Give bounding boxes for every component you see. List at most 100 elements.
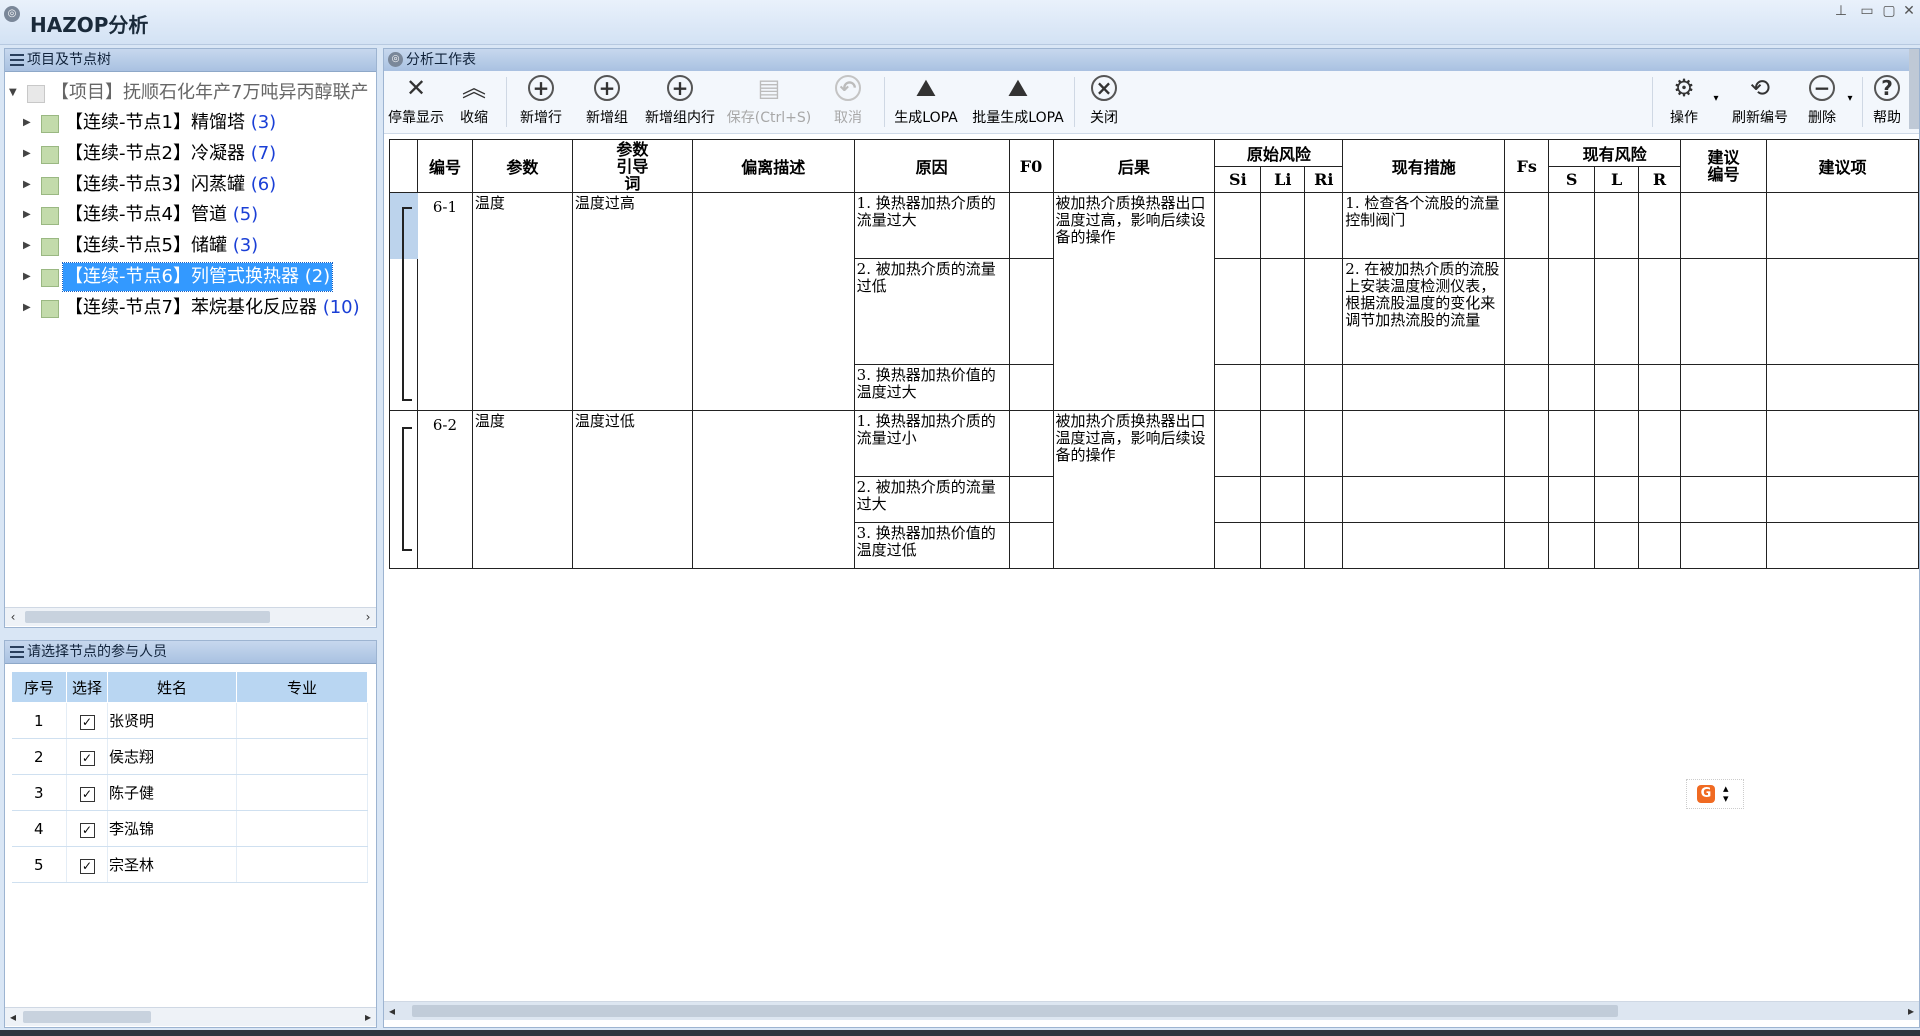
column-header[interactable]: Ri bbox=[1304, 166, 1344, 193]
suggestion-cell[interactable] bbox=[1765, 258, 1920, 365]
si-cell[interactable] bbox=[1214, 364, 1262, 411]
li-cell[interactable] bbox=[1260, 192, 1306, 259]
cause-cell[interactable]: 3. 换热器加热价值的温度过大 bbox=[853, 364, 1010, 411]
scroll-left-icon[interactable]: ◂ bbox=[5, 1008, 21, 1026]
worksheet-horizontal-scrollbar[interactable]: ◂ ▸ bbox=[384, 1001, 1919, 1020]
column-header[interactable]: Li bbox=[1260, 166, 1306, 193]
li-cell[interactable] bbox=[1260, 522, 1306, 569]
suggestion-number-cell[interactable] bbox=[1680, 522, 1767, 569]
fs-cell[interactable] bbox=[1504, 522, 1550, 569]
scrollbar-thumb[interactable] bbox=[412, 1005, 1618, 1017]
deviation-cell[interactable] bbox=[691, 410, 855, 569]
fs-cell[interactable] bbox=[1504, 364, 1550, 411]
scroll-left-icon[interactable]: ‹ bbox=[5, 608, 21, 626]
column-header[interactable]: 现有措施 bbox=[1342, 139, 1506, 193]
r-cell[interactable] bbox=[1638, 410, 1682, 477]
batch-generate-lopa-button[interactable]: ⛰ 批量生成LOPA bbox=[966, 71, 1070, 133]
expand-right-icon[interactable]: ▶ bbox=[23, 263, 31, 291]
scrollbar-thumb[interactable] bbox=[23, 1011, 151, 1023]
person-major[interactable] bbox=[236, 774, 368, 811]
li-cell[interactable] bbox=[1260, 364, 1306, 411]
column-header[interactable]: 原因 bbox=[853, 139, 1010, 193]
r-cell[interactable] bbox=[1638, 192, 1682, 259]
consequence-cell[interactable]: 被加热介质换热器出口温度过高，影响后续设备的操作 bbox=[1052, 410, 1216, 569]
measure-cell[interactable] bbox=[1342, 522, 1506, 569]
select-checkbox[interactable]: ✓ bbox=[79, 750, 95, 766]
worksheet-vertical-scrollbar[interactable] bbox=[1909, 49, 1919, 129]
person-major[interactable] bbox=[236, 810, 368, 847]
r-cell[interactable] bbox=[1638, 258, 1682, 365]
si-cell[interactable] bbox=[1214, 522, 1262, 569]
l-cell[interactable] bbox=[1594, 364, 1640, 411]
l-cell[interactable] bbox=[1594, 192, 1640, 259]
table-row[interactable]: 2 ✓ 侯志翔 bbox=[11, 738, 368, 775]
column-header[interactable]: Fs bbox=[1504, 139, 1550, 193]
consequence-cell[interactable]: 被加热介质换热器出口温度过高，影响后续设备的操作 bbox=[1052, 192, 1216, 411]
column-header[interactable]: 专业 bbox=[236, 671, 368, 703]
fs-cell[interactable] bbox=[1504, 192, 1550, 259]
expand-right-icon[interactable]: ▶ bbox=[23, 171, 31, 199]
f0-cell[interactable] bbox=[1008, 522, 1054, 569]
ri-cell[interactable] bbox=[1304, 364, 1344, 411]
expand-right-icon[interactable]: ▶ bbox=[23, 232, 31, 260]
column-header[interactable]: 参数 bbox=[471, 139, 573, 193]
s-cell[interactable] bbox=[1548, 522, 1596, 569]
scroll-left-icon[interactable]: ◂ bbox=[384, 1002, 400, 1020]
ri-cell[interactable] bbox=[1304, 476, 1344, 523]
guideword-cell[interactable]: 温度过低 bbox=[571, 410, 693, 569]
close-window-button[interactable]: ✕ bbox=[1896, 2, 1920, 20]
column-header[interactable]: L bbox=[1594, 166, 1640, 193]
column-header[interactable]: 选择 bbox=[66, 671, 108, 703]
expand-right-icon[interactable]: ▶ bbox=[23, 294, 31, 322]
param-cell[interactable]: 温度 bbox=[471, 410, 573, 569]
scroll-right-icon[interactable]: ▸ bbox=[360, 1008, 376, 1026]
column-header[interactable]: 编号 bbox=[416, 139, 473, 193]
li-cell[interactable] bbox=[1260, 410, 1306, 477]
s-cell[interactable] bbox=[1548, 192, 1596, 259]
f0-cell[interactable] bbox=[1008, 258, 1054, 365]
li-cell[interactable] bbox=[1260, 476, 1306, 523]
column-header[interactable]: 后果 bbox=[1052, 139, 1216, 193]
column-header[interactable]: 参数引导词 bbox=[571, 139, 693, 193]
participants-horizontal-scrollbar[interactable]: ◂ ▸ bbox=[5, 1007, 376, 1026]
more-dots-icon[interactable]: ▴ ▾ bbox=[1723, 783, 1729, 804]
expand-down-icon[interactable]: ▼ bbox=[9, 79, 17, 107]
s-cell[interactable] bbox=[1548, 258, 1596, 365]
expand-right-icon[interactable]: ▶ bbox=[23, 109, 31, 137]
l-cell[interactable] bbox=[1594, 522, 1640, 569]
expand-right-icon[interactable]: ▶ bbox=[23, 140, 31, 168]
suggestion-number-cell[interactable] bbox=[1680, 258, 1767, 365]
suggestion-number-cell[interactable] bbox=[1680, 192, 1767, 259]
select-checkbox[interactable]: ✓ bbox=[79, 822, 95, 838]
column-header[interactable]: 建议编号 bbox=[1680, 139, 1767, 193]
suggestion-number-cell[interactable] bbox=[1680, 476, 1767, 523]
ri-cell[interactable] bbox=[1304, 258, 1344, 365]
table-row[interactable]: 3 ✓ 陈子健 bbox=[11, 774, 368, 811]
suggestion-cell[interactable] bbox=[1765, 522, 1920, 569]
column-header[interactable]: 现有风险 bbox=[1548, 139, 1682, 167]
add-row-button[interactable]: + 新增行 bbox=[512, 71, 570, 133]
measure-cell[interactable]: 1. 检查各个流股的流量控制阀门 bbox=[1342, 192, 1506, 259]
r-cell[interactable] bbox=[1638, 476, 1682, 523]
person-major[interactable] bbox=[236, 702, 368, 739]
worksheet-row[interactable]: 6-1 温度 温度过高 1. 换热器加热介质的流量过大 被加热介质换热器出口温度… bbox=[389, 192, 1920, 411]
scroll-right-icon[interactable]: › bbox=[360, 608, 376, 626]
column-header[interactable]: Si bbox=[1214, 166, 1262, 193]
si-cell[interactable] bbox=[1214, 192, 1262, 259]
operate-button[interactable]: ⚙ 操作 bbox=[1658, 71, 1710, 133]
measure-cell[interactable] bbox=[1342, 410, 1506, 477]
renumber-button[interactable]: ⟲ 刷新编号 bbox=[1724, 71, 1796, 133]
measure-cell[interactable] bbox=[1342, 364, 1506, 411]
l-cell[interactable] bbox=[1594, 476, 1640, 523]
save-button[interactable]: ▤ 保存(Ctrl+S) bbox=[724, 71, 814, 133]
cause-cell[interactable]: 1. 换热器加热介质的流量过小 bbox=[853, 410, 1010, 477]
cancel-button[interactable]: ↶ 取消 bbox=[820, 71, 876, 133]
column-header[interactable]: 偏离描述 bbox=[691, 139, 855, 193]
pin-icon[interactable]: ⊥ bbox=[1828, 2, 1854, 20]
s-cell[interactable] bbox=[1548, 410, 1596, 477]
group-handle[interactable] bbox=[389, 410, 418, 569]
cause-cell[interactable]: 3. 换热器加热价值的温度过低 bbox=[853, 522, 1010, 569]
add-group-row-button[interactable]: + 新增组内行 bbox=[640, 71, 720, 133]
column-header[interactable]: 建议项 bbox=[1765, 139, 1920, 193]
guideword-cell[interactable]: 温度过高 bbox=[571, 192, 693, 411]
